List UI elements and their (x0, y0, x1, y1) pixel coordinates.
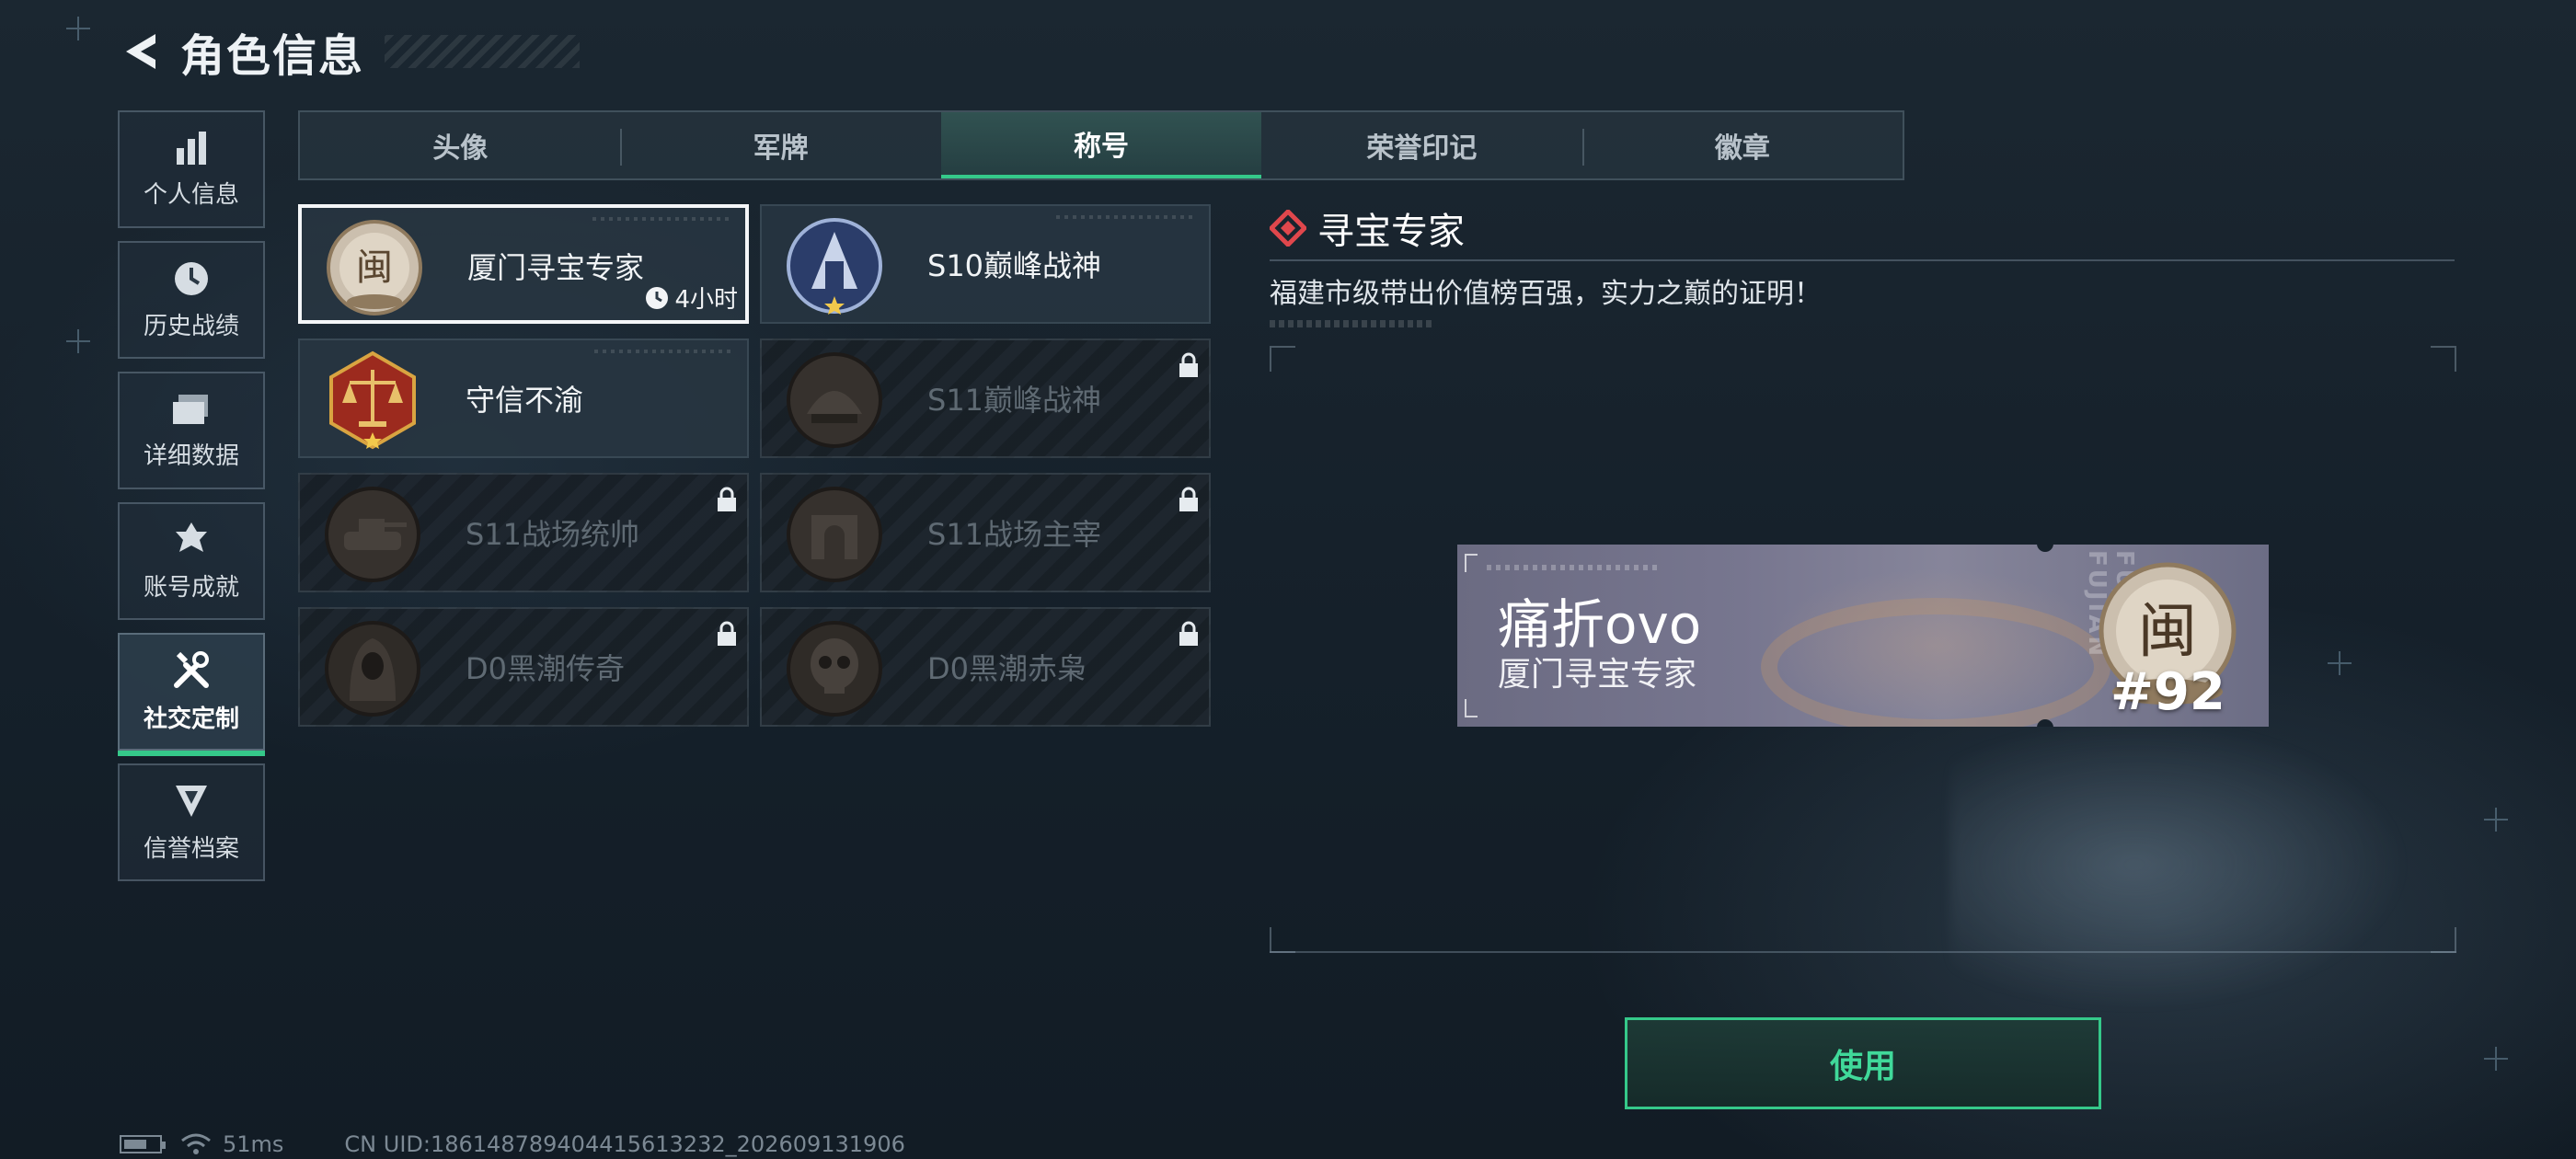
detail-dots (1270, 320, 1432, 327)
title-card-s11-battlefield-commander[interactable]: S11战场统帅 (298, 473, 749, 592)
sidebar-item-label: 历史战绩 (143, 312, 239, 340)
ping-text: 51ms (223, 1131, 284, 1157)
scales-medal-icon (329, 350, 416, 450)
use-button[interactable]: 使用 (1625, 1017, 2101, 1109)
title-card-s10-peak-warrior[interactable]: S10巅峰战神 (760, 204, 1211, 324)
lock-icon (1179, 352, 1198, 377)
status-bar: 51ms CN UID:186148789404415613232_202609… (120, 1130, 905, 1159)
decor-cross (66, 329, 90, 353)
sidebar-item-label: 社交定制 (143, 705, 239, 733)
title-name: D0黑潮传奇 (466, 651, 626, 686)
frame-corner (1270, 346, 1295, 372)
decor-cross (2484, 1047, 2508, 1071)
decor-cross (66, 17, 90, 40)
title-detail: 寻宝专家 福建市级带出价值榜百强，实力之巅的证明！ (1270, 202, 2456, 327)
tools-icon (174, 650, 209, 688)
lock-icon (1179, 487, 1198, 511)
back-button[interactable] (118, 28, 166, 75)
tab-title[interactable]: 称号 (940, 112, 1262, 178)
achievement-icon (176, 522, 207, 552)
title-timer-text: 4小时 (674, 286, 738, 314)
sidebar-item-label: 详细数据 (143, 442, 239, 470)
sidebar-item-label: 账号成就 (143, 573, 239, 602)
wifi-icon (181, 1133, 211, 1154)
plate-bracket (1465, 554, 1478, 572)
sidebar-item-label: 信誉档案 (143, 834, 239, 863)
tab-badge[interactable]: 徽章 (1581, 112, 1903, 178)
sidebar-item-social-custom[interactable]: 社交定制 (118, 633, 265, 756)
lock-icon (718, 621, 736, 646)
frame-corner (2431, 927, 2456, 953)
detail-description: 福建市级带出价值榜百强，实力之巅的证明！ (1270, 278, 1822, 310)
battery-icon (120, 1135, 166, 1153)
decor-cross (2484, 808, 2508, 832)
svg-text:闽: 闽 (2138, 598, 2197, 666)
tab-bar: 头像 军牌 称号 荣誉印记 徽章 (298, 110, 1904, 180)
plate-notch (2037, 719, 2053, 727)
title-card-s11-battlefield-dominator[interactable]: S11战场主宰 (760, 473, 1211, 592)
card-dots (594, 350, 732, 353)
title-name: S10巅峰战神 (927, 248, 1102, 283)
frame-corner (2431, 346, 2456, 372)
title-card-s11-peak-warrior[interactable]: S11巅峰战神 (760, 339, 1211, 458)
tab-honor-mark[interactable]: 荣誉印记 (1261, 112, 1581, 178)
clock-icon (646, 286, 669, 309)
title-name: S11战场统帅 (466, 517, 640, 552)
sidebar: 个人信息 历史战绩 详细数据 账号成就 社交定制 信誉档案 (118, 110, 265, 894)
svg-text:闽: 闽 (356, 247, 393, 289)
clock-icon (175, 261, 208, 295)
divider (1270, 259, 2455, 261)
title-timer: 4小时 (645, 281, 738, 315)
sidebar-item-detailed-data[interactable]: 详细数据 (118, 372, 265, 489)
title-stripes (385, 35, 580, 68)
sidebar-item-label: 个人信息 (143, 180, 239, 209)
title-card-d0-black-tide-legend[interactable]: D0黑潮传奇 (298, 607, 749, 727)
diamond-icon (1270, 210, 1306, 247)
lock-icon (1179, 621, 1198, 646)
title-card-keep-faith[interactable]: 守信不渝 (298, 339, 749, 458)
s10-peak-medal-icon (787, 218, 882, 315)
sidebar-item-achievements[interactable]: 账号成就 (118, 502, 265, 620)
divider (1270, 951, 2456, 953)
bar-chart-icon (177, 131, 206, 165)
sidebar-item-credit-record[interactable]: 信誉档案 (118, 763, 265, 881)
detail-header: 寻宝专家 (1270, 202, 2456, 254)
title-name: 厦门寻宝专家 (467, 250, 645, 285)
plate-notch (2037, 545, 2053, 552)
equipped-title: 厦门寻宝专家 (1498, 656, 1697, 694)
plate-dots (1487, 565, 1662, 570)
header: 角色信息 (118, 22, 580, 82)
s11-peak-medal-icon (787, 352, 882, 448)
plate-bracket (1465, 699, 1478, 717)
arch-medal-icon (787, 487, 882, 582)
detail-title: 寻宝专家 (1317, 211, 1465, 253)
lock-icon (718, 487, 736, 511)
plate-background-stadium (1761, 598, 2110, 727)
skull-medal-icon (787, 621, 882, 717)
title-name: S11战场主宰 (927, 517, 1102, 552)
title-name: S11巅峰战神 (927, 383, 1102, 418)
sidebar-item-history[interactable]: 历史战绩 (118, 241, 265, 359)
nameplate-preview: 痛折ovo 厦门寻宝专家 FUJIAN FUJIAN 闽 #92 (1457, 545, 2269, 727)
rank-number: #92 (2110, 662, 2225, 722)
title-name: D0黑潮赤枭 (927, 651, 1087, 686)
tab-dog-tag[interactable]: 军牌 (620, 112, 940, 178)
title-name: 守信不渝 (466, 383, 584, 418)
hooded-figure-medal-icon (325, 621, 420, 717)
back-arrow-icon (126, 34, 155, 69)
uid-text: CN UID:186148789404415613232_20260913190… (344, 1131, 905, 1157)
tab-avatar[interactable]: 头像 (300, 112, 620, 178)
title-card-d0-black-tide-red-owl[interactable]: D0黑潮赤枭 (760, 607, 1211, 727)
sidebar-item-personal-info[interactable]: 个人信息 (118, 110, 265, 228)
folder-icon (173, 394, 208, 424)
tank-medal-icon (325, 487, 420, 582)
shield-icon (176, 785, 207, 817)
frame-corner (1270, 927, 1295, 953)
page-title: 角色信息 (180, 30, 365, 82)
title-card-xiamen-treasure-expert[interactable]: 闽 厦门寻宝专家 4小时 (298, 204, 749, 324)
fujian-medal-icon: 闽 (327, 220, 422, 316)
